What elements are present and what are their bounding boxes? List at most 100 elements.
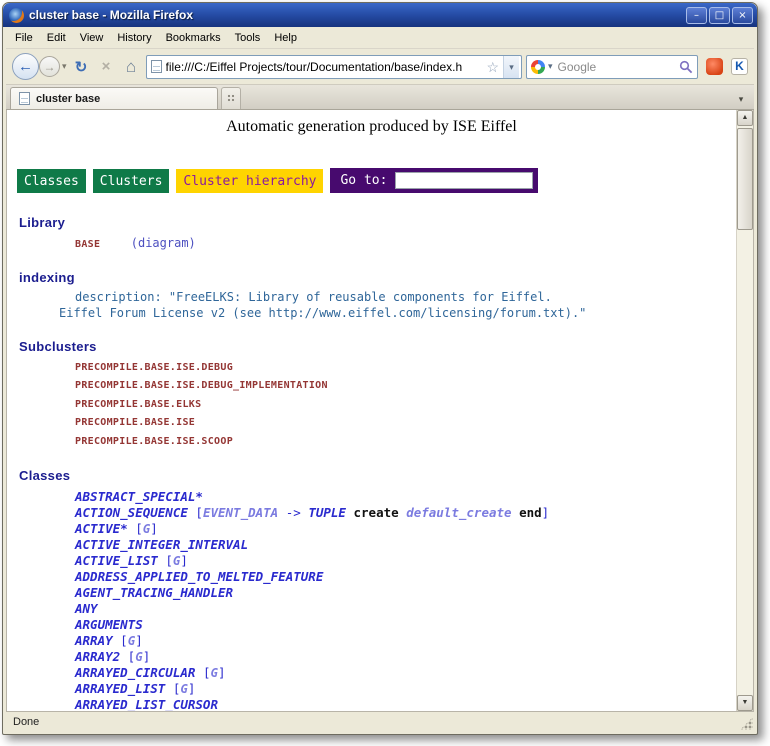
status-bar: Done <box>6 711 754 731</box>
navigation-toolbar: ← → ▾ ↻ × ⌂ ☆ ▾ ▾ K <box>6 49 754 85</box>
resize-grip[interactable] <box>740 717 753 730</box>
class-decl-segment: G <box>180 681 188 696</box>
class-link[interactable]: ARRAYED_CIRCULAR <box>75 665 195 680</box>
menu-tools[interactable]: Tools <box>228 29 268 47</box>
scrollbar-thumb[interactable] <box>737 128 753 230</box>
class-row: ANY <box>75 601 736 617</box>
subcluster-link[interactable]: PRECOMPILE.BASE.ISE.DEBUG <box>75 362 233 373</box>
class-link[interactable]: ACTIVE_INTEGER_INTERVAL <box>75 537 248 552</box>
search-engine-dropdown-icon[interactable]: ▾ <box>548 61 553 72</box>
subcluster-link[interactable]: PRECOMPILE.BASE.ISE <box>75 417 195 428</box>
subclusters-heading: Subclusters <box>19 339 736 354</box>
document: Automatic generation produced by ISE Eif… <box>7 110 736 711</box>
class-decl-segment: create <box>354 505 399 520</box>
class-decl-segment: ] <box>218 665 226 680</box>
goto-label: Go to: <box>340 173 387 188</box>
history-dropdown-icon[interactable]: ▾ <box>62 61 67 72</box>
class-link[interactable]: AGENT_TRACING_HANDLER <box>75 585 233 600</box>
minimize-button[interactable]: – <box>686 7 707 24</box>
vertical-scrollbar[interactable]: ▲ ▼ <box>736 110 753 711</box>
clusters-button[interactable]: Clusters <box>93 169 170 193</box>
subcluster-row: PRECOMPILE.BASE.ISE.DEBUG_IMPLEMENTATION <box>75 376 736 394</box>
list-all-tabs-button[interactable]: ▾ <box>732 89 750 109</box>
indexing-description-line-1: description: "FreeELKS: Library of reusa… <box>75 289 736 305</box>
url-bar[interactable]: ☆ ▾ <box>146 55 522 79</box>
class-decl-segment: G <box>135 649 143 664</box>
class-link[interactable]: ARRAY2 <box>75 649 120 664</box>
indexing-description-line-2: Eiffel Forum License v2 (see http://www.… <box>59 305 736 321</box>
subcluster-row: PRECOMPILE.BASE.ISE <box>75 413 736 431</box>
url-dropdown-icon[interactable]: ▾ <box>503 56 519 78</box>
addon-icon[interactable] <box>706 58 723 75</box>
menubar: FileEditViewHistoryBookmarksToolsHelp <box>6 27 754 49</box>
subcluster-row: PRECOMPILE.BASE.ISE.DEBUG <box>75 358 736 376</box>
diagram-link[interactable]: (diagram) <box>131 236 196 250</box>
subcluster-link[interactable]: PRECOMPILE.BASE.ELKS <box>75 399 201 410</box>
tab-strip-handle[interactable] <box>221 87 241 109</box>
content-area: Automatic generation produced by ISE Eif… <box>6 110 754 711</box>
class-decl-segment: [ <box>128 521 143 536</box>
class-link[interactable]: ACTIVE_LIST <box>75 553 158 568</box>
subcluster-link[interactable]: PRECOMPILE.BASE.ISE.DEBUG_IMPLEMENTATION <box>75 380 328 391</box>
menu-history[interactable]: History <box>110 29 158 47</box>
class-row: ACTIVE_LIST [G] <box>75 553 736 569</box>
class-link[interactable]: ARRAYED_LIST_CURSOR <box>75 697 218 711</box>
class-decl-segment: ] <box>143 649 151 664</box>
goto-input[interactable] <box>395 172 533 189</box>
class-link[interactable]: ACTIVE* <box>75 521 128 536</box>
class-decl-segment: ] <box>135 633 143 648</box>
addon-k-icon[interactable]: K <box>731 58 748 75</box>
cluster-hierarchy-button[interactable]: Cluster hierarchy <box>176 169 323 193</box>
class-link[interactable]: ARGUMENTS <box>75 617 143 632</box>
class-decl-segment: [ <box>195 665 210 680</box>
library-heading: Library <box>19 215 736 230</box>
reload-button[interactable]: ↻ <box>71 58 92 76</box>
class-decl-segment <box>512 505 520 520</box>
tab-cluster-base[interactable]: cluster base <box>10 87 218 109</box>
doc-nav-buttons: Classes ClustersCluster hierarchy Go to: <box>17 168 736 193</box>
class-row: ARRAYED_CIRCULAR [G] <box>75 665 736 681</box>
class-row: ARRAYED_LIST [G] <box>75 681 736 697</box>
class-link[interactable]: ANY <box>75 601 98 616</box>
scroll-down-button[interactable]: ▼ <box>737 695 753 711</box>
base-cluster-link[interactable]: BASE <box>75 239 100 250</box>
subcluster-row: PRECOMPILE.BASE.ELKS <box>75 395 736 413</box>
search-icon[interactable] <box>679 60 693 74</box>
close-button[interactable]: × <box>732 7 753 24</box>
page-banner: Automatic generation produced by ISE Eif… <box>7 118 736 136</box>
forward-button[interactable]: → <box>39 56 60 77</box>
class-decl-segment <box>346 505 354 520</box>
url-input[interactable] <box>166 60 483 74</box>
menu-help[interactable]: Help <box>267 29 304 47</box>
class-link[interactable]: ARRAY <box>75 633 113 648</box>
class-decl-segment: [ <box>165 681 180 696</box>
titlebar[interactable]: cluster base - Mozilla Firefox – □ × <box>3 3 757 27</box>
menu-file[interactable]: File <box>8 29 40 47</box>
back-button[interactable]: ← <box>12 53 39 80</box>
menu-edit[interactable]: Edit <box>40 29 73 47</box>
class-row: ACTIVE* [G] <box>75 521 736 537</box>
classes-heading: Classes <box>19 468 736 483</box>
stop-button[interactable]: × <box>96 58 117 75</box>
subclusters-list: PRECOMPILE.BASE.ISE.DEBUG PRECOMPILE.BASE… <box>7 358 736 450</box>
home-button[interactable]: ⌂ <box>121 57 142 77</box>
scrollbar-track[interactable] <box>737 232 753 695</box>
maximize-button[interactable]: □ <box>709 7 730 24</box>
class-decl-segment: [ <box>188 505 203 520</box>
search-input[interactable] <box>556 59 676 75</box>
class-link[interactable]: ARRAYED_LIST <box>75 681 165 696</box>
bookmark-star-icon[interactable]: ☆ <box>486 60 499 74</box>
menu-bookmarks[interactable]: Bookmarks <box>159 29 228 47</box>
class-link[interactable]: ADDRESS_APPLIED_TO_MELTED_FEATURE <box>75 569 323 584</box>
scroll-up-button[interactable]: ▲ <box>737 110 753 126</box>
page-icon <box>151 60 162 73</box>
tab-label: cluster base <box>36 93 100 105</box>
search-bar[interactable]: ▾ <box>526 55 698 79</box>
class-link[interactable]: ABSTRACT_SPECIAL* <box>75 489 203 504</box>
classes-button[interactable]: Classes <box>17 169 86 193</box>
class-row: ABSTRACT_SPECIAL* <box>75 489 736 505</box>
menu-view[interactable]: View <box>73 29 111 47</box>
class-link[interactable]: ACTION_SEQUENCE <box>75 505 188 520</box>
subcluster-link[interactable]: PRECOMPILE.BASE.ISE.SCOOP <box>75 436 233 447</box>
tab-favicon <box>19 92 30 105</box>
